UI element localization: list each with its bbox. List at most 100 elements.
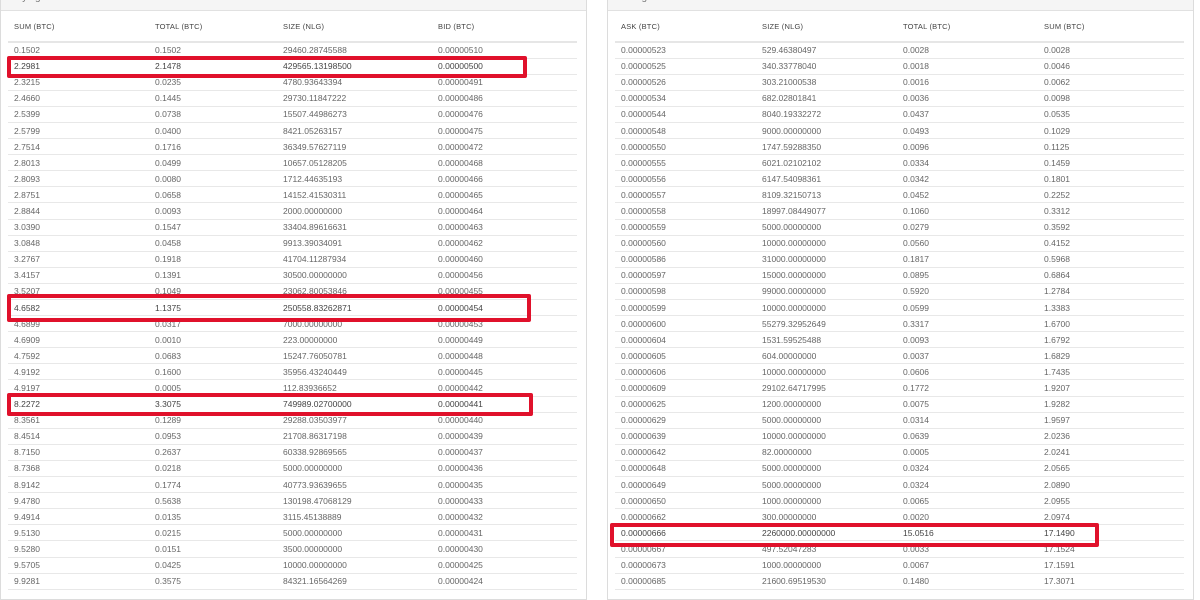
sell-order-row[interactable]: 0.00000600 55279.32952649 0.3317 1.6700 — [615, 315, 1184, 333]
buy-order-row[interactable]: 3.5207 0.1049 23062.80053846 0.00000455 — [8, 283, 577, 301]
sell-order-row[interactable]: 0.00000548 9000.00000000 0.0493 0.1029 — [615, 122, 1184, 140]
sell-order-row[interactable]: 0.00000534 682.02801841 0.0036 0.0098 — [615, 90, 1184, 107]
sell-order-row[interactable]: 0.00000525 340.33778040 0.0018 0.0046 — [615, 58, 1184, 75]
buy-order-row[interactable]: 9.5130 0.0215 5000.00000000 0.00000431 — [8, 524, 577, 542]
sell-order-row[interactable]: 0.00000642 82.00000000 0.0005 2.0241 — [615, 444, 1184, 461]
buy-order-row[interactable]: 8.3561 0.1289 29288.03503977 0.00000440 — [8, 412, 577, 429]
sell-order-row[interactable]: 0.00000550 1747.59288350 0.0096 0.1125 — [615, 138, 1184, 156]
size-cell: 10000.00000000 — [756, 235, 897, 252]
buy-order-row[interactable]: 4.7592 0.0683 15247.76050781 0.00000448 — [8, 347, 577, 365]
sell-order-row[interactable]: 0.00000555 6021.02102102 0.0334 0.1459 — [615, 154, 1184, 172]
buy-order-row[interactable]: 9.5280 0.0151 3500.00000000 0.00000430 — [8, 540, 577, 558]
total-cell: 0.0317 — [149, 315, 277, 333]
total-cell: 0.0499 — [149, 154, 277, 172]
sell-order-row[interactable]: 0.00000649 5000.00000000 0.0324 2.0890 — [615, 476, 1184, 494]
total-cell: 0.1289 — [149, 412, 277, 429]
buy-order-row[interactable]: 9.4914 0.0135 3115.45138889 0.00000432 — [8, 508, 577, 526]
sell-order-row[interactable]: 0.00000556 6147.54098361 0.0342 0.1801 — [615, 170, 1184, 188]
sell-order-row[interactable]: 0.00000685 21600.69519530 0.1480 17.3071 — [615, 573, 1184, 590]
size-cell: 15247.76050781 — [277, 347, 432, 365]
col-header-bid[interactable]: BID (BTC) — [432, 11, 577, 43]
sell-order-row[interactable]: 0.00000625 1200.00000000 0.0075 1.9282 — [615, 396, 1184, 413]
buy-order-row[interactable]: 2.4660 0.1445 29730.11847222 0.00000486 — [8, 90, 577, 107]
buy-order-row[interactable]: 2.5799 0.0400 8421.05263157 0.00000475 — [8, 122, 577, 140]
sell-order-row[interactable]: 0.00000662 300.00000000 0.0020 2.0974 — [615, 508, 1184, 526]
buy-order-row[interactable]: 8.9142 0.1774 40773.93639655 0.00000435 — [8, 476, 577, 494]
total-cell: 0.0599 — [897, 299, 1038, 317]
sell-order-row[interactable]: 0.00000526 303.21000538 0.0016 0.0062 — [615, 74, 1184, 91]
buy-order-row[interactable]: 2.8844 0.0093 2000.00000000 0.00000464 — [8, 202, 577, 220]
buy-order-row[interactable]: 2.7514 0.1716 36349.57627119 0.00000472 — [8, 138, 577, 156]
total-cell: 0.1817 — [897, 251, 1038, 268]
sell-order-row[interactable]: 0.00000639 10000.00000000 0.0639 2.0236 — [615, 428, 1184, 445]
buy-order-row[interactable]: 2.2981 2.1478 429565.13198500 0.00000500 — [8, 58, 577, 75]
col-header-size[interactable]: SIZE (NLG) — [277, 11, 432, 43]
sell-order-row[interactable]: 0.00000650 1000.00000000 0.0065 2.0955 — [615, 492, 1184, 510]
sum-cell: 4.6909 — [8, 331, 149, 349]
bid-cell: 0.00000500 — [432, 58, 577, 75]
buy-order-row[interactable]: 2.8093 0.0080 1712.44635193 0.00000466 — [8, 170, 577, 188]
sell-order-row[interactable]: 0.00000523 529.46380497 0.0028 0.0028 — [615, 42, 1184, 59]
buy-order-row[interactable]: 8.4514 0.0953 21708.86317198 0.00000439 — [8, 428, 577, 445]
col-header-total[interactable]: TOTAL (BTC) — [149, 11, 277, 43]
sell-order-row[interactable]: 0.00000629 5000.00000000 0.0314 1.9597 — [615, 412, 1184, 429]
sell-order-row[interactable]: 0.00000605 604.00000000 0.0037 1.6829 — [615, 347, 1184, 365]
sell-order-row[interactable]: 0.00000598 99000.00000000 0.5920 1.2784 — [615, 283, 1184, 301]
sell-order-row[interactable]: 0.00000667 497.52047283 0.0033 17.1524 — [615, 540, 1184, 558]
sell-order-row[interactable]: 0.00000648 5000.00000000 0.0324 2.0565 — [615, 460, 1184, 478]
buy-order-row[interactable]: 8.7150 0.2637 60338.92869565 0.00000437 — [8, 444, 577, 461]
sell-order-row[interactable]: 0.00000597 15000.00000000 0.0895 0.6864 — [615, 267, 1184, 284]
bid-cell: 0.00000440 — [432, 412, 577, 429]
sum-cell: 0.0046 — [1038, 58, 1184, 75]
buy-order-row[interactable]: 4.6899 0.0317 7000.00000000 0.00000453 — [8, 315, 577, 333]
sell-order-row[interactable]: 0.00000604 1531.59525488 0.0093 1.6792 — [615, 331, 1184, 349]
sum-cell: 9.9281 — [8, 573, 149, 590]
buy-order-row[interactable]: 2.5399 0.0738 15507.44986273 0.00000476 — [8, 106, 577, 123]
sum-cell: 1.6829 — [1038, 347, 1184, 365]
sell-order-row[interactable]: 0.00000673 1000.00000000 0.0067 17.1591 — [615, 557, 1184, 574]
sell-order-row[interactable]: 0.00000586 31000.00000000 0.1817 0.5968 — [615, 251, 1184, 268]
col-header-size[interactable]: SIZE (NLG) — [756, 11, 897, 43]
buy-order-row[interactable]: 0.1502 0.1502 29460.28745588 0.00000510 — [8, 42, 577, 59]
sell-order-row[interactable]: 0.00000666 2260000.00000000 15.0516 17.1490 — [615, 524, 1184, 542]
buy-order-row[interactable]: 3.0848 0.0458 9913.39034091 0.00000462 — [8, 235, 577, 252]
col-header-sum[interactable]: SUM (BTC) — [8, 11, 149, 43]
buy-order-row[interactable]: 4.6909 0.0010 223.00000000 0.00000449 — [8, 331, 577, 349]
sell-order-row[interactable]: 0.00000558 18997.08449077 0.1060 0.3312 — [615, 202, 1184, 220]
sell-order-row[interactable]: 0.00000557 8109.32150713 0.0452 0.2252 — [615, 186, 1184, 204]
sum-cell: 17.1490 — [1038, 524, 1184, 542]
buy-order-row[interactable]: 8.2272 3.3075 749989.02700000 0.00000441 — [8, 396, 577, 413]
sell-order-row[interactable]: 0.00000609 29102.64717995 0.1772 1.9207 — [615, 379, 1184, 397]
buy-order-row[interactable]: 2.8751 0.0658 14152.41530311 0.00000465 — [8, 186, 577, 204]
ask-cell: 0.00000523 — [615, 42, 756, 59]
total-cell: 0.2637 — [149, 444, 277, 461]
sell-order-row[interactable]: 0.00000544 8040.19332272 0.0437 0.0535 — [615, 106, 1184, 123]
ask-cell: 0.00000548 — [615, 122, 756, 140]
size-cell: 3115.45138889 — [277, 508, 432, 526]
buy-order-row[interactable]: 4.6582 1.1375 250558.83262871 0.00000454 — [8, 299, 577, 317]
buy-order-row[interactable]: 8.7368 0.0218 5000.00000000 0.00000436 — [8, 460, 577, 478]
buy-order-row[interactable]: 4.9192 0.1600 35956.43240449 0.00000445 — [8, 363, 577, 381]
sum-cell: 0.0028 — [1038, 42, 1184, 59]
buy-order-row[interactable]: 2.8013 0.0499 10657.05128205 0.00000468 — [8, 154, 577, 172]
sell-order-row[interactable]: 0.00000599 10000.00000000 0.0599 1.3383 — [615, 299, 1184, 317]
buy-orders-table: SUM (BTC) TOTAL (BTC) SIZE (NLG) BID (BT… — [8, 11, 577, 590]
buy-order-row[interactable]: 9.4780 0.5638 130198.47068129 0.00000433 — [8, 492, 577, 510]
sell-order-row[interactable]: 0.00000560 10000.00000000 0.0560 0.4152 — [615, 235, 1184, 252]
col-header-total[interactable]: TOTAL (BTC) — [897, 11, 1038, 43]
bid-cell: 0.00000475 — [432, 122, 577, 140]
buy-order-row[interactable]: 9.9281 0.3575 84321.16564269 0.00000424 — [8, 573, 577, 590]
sell-order-row[interactable]: 0.00000559 5000.00000000 0.0279 0.3592 — [615, 219, 1184, 236]
size-cell: 1531.59525488 — [756, 331, 897, 349]
buy-order-row[interactable]: 3.0390 0.1547 33404.89616631 0.00000463 — [8, 219, 577, 236]
sum-cell: 17.1591 — [1038, 557, 1184, 574]
buy-order-row[interactable]: 9.5705 0.0425 10000.00000000 0.00000425 — [8, 557, 577, 574]
size-cell: 29288.03503977 — [277, 412, 432, 429]
col-header-ask[interactable]: ASK (BTC) — [615, 11, 756, 43]
sell-order-row[interactable]: 0.00000606 10000.00000000 0.0606 1.7435 — [615, 363, 1184, 381]
buy-order-row[interactable]: 3.2767 0.1918 41704.11287934 0.00000460 — [8, 251, 577, 268]
buy-order-row[interactable]: 4.9197 0.0005 112.83936652 0.00000442 — [8, 379, 577, 397]
buy-order-row[interactable]: 3.4157 0.1391 30500.00000000 0.00000456 — [8, 267, 577, 284]
col-header-sum[interactable]: SUM (BTC) — [1038, 11, 1184, 43]
buy-order-row[interactable]: 2.3215 0.0235 4780.93643394 0.00000491 — [8, 74, 577, 91]
